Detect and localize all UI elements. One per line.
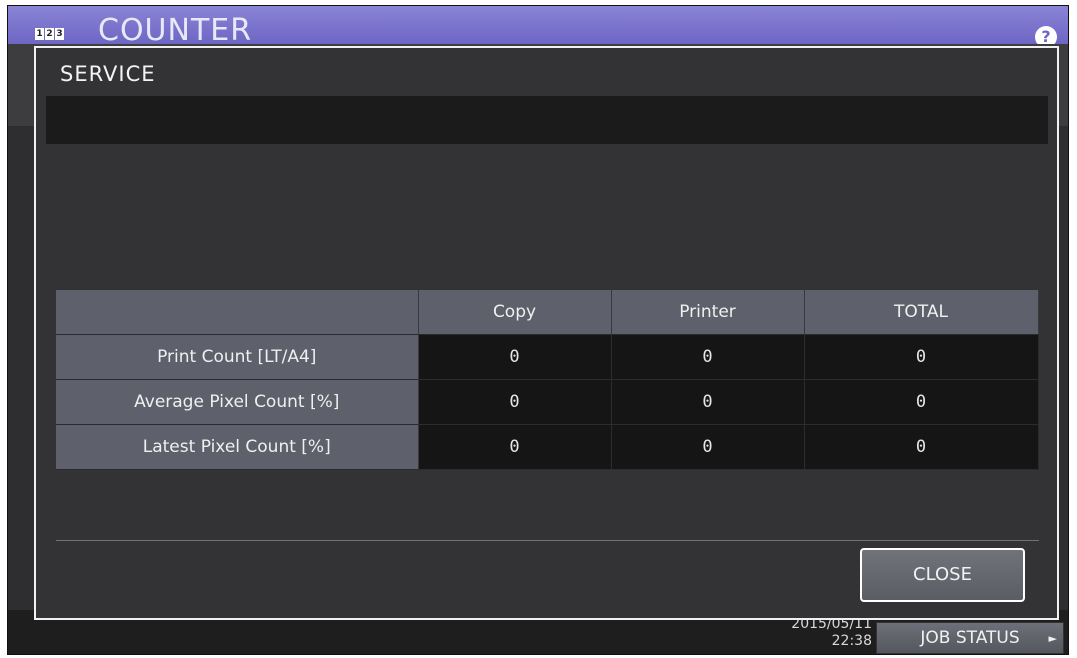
column-header-copy: Copy xyxy=(418,290,612,335)
app-icon-digit: 2 xyxy=(45,28,54,40)
job-status-label: JOB STATUS xyxy=(920,628,1020,648)
counter-table: Copy Printer TOTAL Print Count [LT/A4] 0… xyxy=(56,290,1039,470)
counter-app-icon: 1 2 3 xyxy=(35,28,64,40)
table-row: Print Count [LT/A4] 0 0 0 xyxy=(56,334,1039,380)
cell-value: 0 xyxy=(804,424,1039,470)
row-label-print-count: Print Count [LT/A4] xyxy=(56,334,419,380)
cell-value: 0 xyxy=(611,334,805,380)
table-row: Latest Pixel Count [%] 0 0 0 xyxy=(56,424,1039,470)
job-status-button[interactable]: JOB STATUS ► xyxy=(876,622,1064,654)
cell-value: 0 xyxy=(804,379,1039,425)
column-header-total: TOTAL xyxy=(804,290,1039,335)
row-label-latest-pixel-count: Latest Pixel Count [%] xyxy=(56,424,419,470)
table-header-row: Copy Printer TOTAL xyxy=(56,290,1039,335)
app-title: COUNTER xyxy=(98,13,253,48)
column-header-blank xyxy=(56,290,419,335)
cell-value: 0 xyxy=(611,424,805,470)
play-arrow-icon: ► xyxy=(1048,632,1057,645)
cell-value: 0 xyxy=(804,334,1039,380)
message-bar xyxy=(46,96,1048,144)
cell-value: 0 xyxy=(418,334,612,380)
row-label-average-pixel-count: Average Pixel Count [%] xyxy=(56,379,419,425)
dialog-title: SERVICE xyxy=(60,62,156,86)
cell-value: 0 xyxy=(418,424,612,470)
close-button[interactable]: CLOSE xyxy=(860,548,1025,602)
time-text: 22:38 xyxy=(831,633,872,649)
column-header-printer: Printer xyxy=(611,290,805,335)
app-icon-digit: 3 xyxy=(55,28,64,40)
divider xyxy=(56,540,1039,541)
cell-value: 0 xyxy=(611,379,805,425)
datetime-display: 2015/05/11 22:38 xyxy=(791,616,872,650)
header-bar: 1 2 3 COUNTER ? xyxy=(8,6,1068,48)
app-icon-digit: 1 xyxy=(35,28,44,40)
table-row: Average Pixel Count [%] 0 0 0 xyxy=(56,379,1039,425)
cell-value: 0 xyxy=(418,379,612,425)
service-dialog: SERVICE Copy Printer TOTAL Print Count [… xyxy=(34,46,1059,620)
